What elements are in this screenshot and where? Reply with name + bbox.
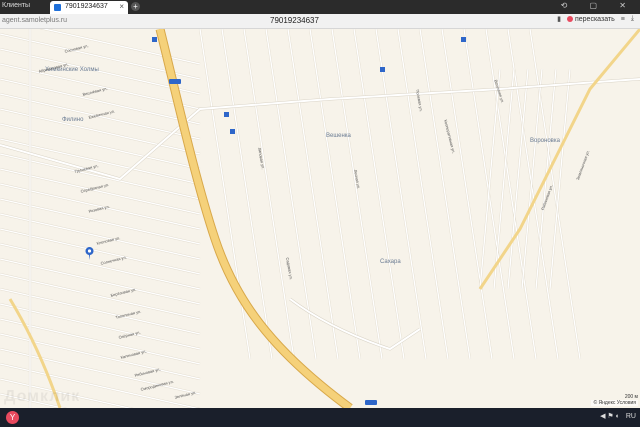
browser-tools: ▮ пересказать ≡ ⤓ xyxy=(557,15,634,23)
side-label[interactable]: Клиенты xyxy=(2,2,30,9)
system-tray: ◀ ⚑ ◐ RU xyxy=(600,412,636,421)
tab-title: 79019234637 xyxy=(65,3,108,10)
tray-icons[interactable]: ◀ ⚑ ◐ xyxy=(600,412,620,420)
map-copyright[interactable]: © Яндекс Условия xyxy=(591,400,638,406)
watermark-logo: Домклик xyxy=(4,388,81,405)
highway-m3 xyxy=(155,29,353,408)
share-button[interactable]: пересказать xyxy=(566,15,615,23)
new-tab-button[interactable]: + xyxy=(131,2,140,11)
url-field[interactable]: agent.samoletplus.ru xyxy=(2,17,67,24)
share-label: пересказать xyxy=(574,15,615,23)
bookmark-icon[interactable]: ▮ xyxy=(557,15,561,23)
page-title: 79019234637 xyxy=(270,16,319,25)
download-icon[interactable]: ⤓ xyxy=(631,15,634,23)
start-button[interactable]: Y xyxy=(6,411,19,424)
map-canvas[interactable] xyxy=(0,29,640,408)
browser-tab-bar: Клиенты 79019234637 × + ⟲ ▢ ✕ xyxy=(0,0,640,14)
place-label: Филино xyxy=(62,117,84,123)
menu-icon[interactable]: ≡ xyxy=(621,16,625,23)
place-label: Вороновка xyxy=(530,138,560,144)
taskbar: Y ◀ ⚑ ◐ RU xyxy=(0,408,640,427)
language-indicator[interactable]: RU xyxy=(626,413,636,420)
bus-stop-icons xyxy=(152,37,466,134)
location-marker-icon[interactable] xyxy=(85,247,94,260)
share-icon xyxy=(566,16,573,22)
close-tab-icon[interactable]: × xyxy=(119,2,124,11)
highway-badges xyxy=(169,79,377,405)
browser-tab[interactable]: 79019234637 × xyxy=(50,1,128,14)
place-label: Сахара xyxy=(380,259,401,265)
map-view[interactable]: Химкинские Холмы Филино Вешенка Сахара В… xyxy=(0,29,640,408)
address-bar: agent.samoletplus.ru 79019234637 ▮ перес… xyxy=(0,14,640,29)
place-label: Вешенка xyxy=(326,133,351,139)
window-controls[interactable]: ⟲ ▢ ✕ xyxy=(561,1,636,10)
favicon-icon xyxy=(54,4,61,11)
street-grid-right xyxy=(198,29,582,360)
